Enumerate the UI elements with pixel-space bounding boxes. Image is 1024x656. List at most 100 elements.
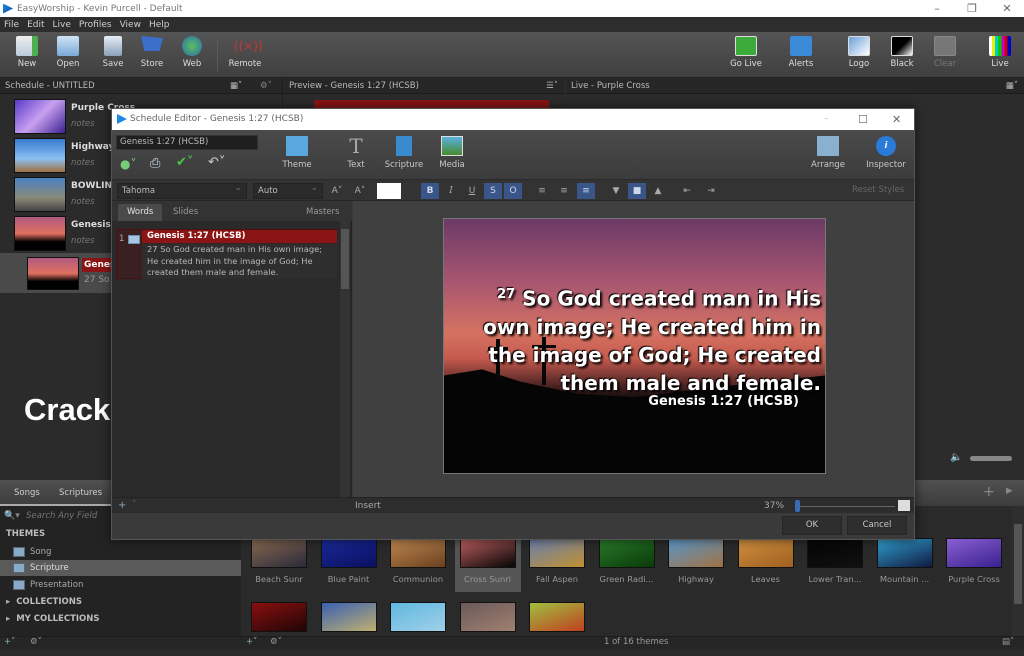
theme-tile[interactable]: Communion [385, 534, 451, 592]
theme-tile[interactable]: Leaves [733, 534, 799, 592]
reset-styles-button[interactable]: Reset Styles [852, 185, 904, 195]
my-collections-node[interactable]: ▸ MY COLLECTIONS [6, 614, 100, 624]
outline-button[interactable]: O [504, 183, 522, 199]
menu-live[interactable]: Live [49, 20, 75, 30]
themes-header[interactable]: THEMES [6, 529, 45, 539]
menu-profiles[interactable]: Profiles [75, 20, 116, 30]
add-icon[interactable]: + [983, 484, 995, 500]
open-button[interactable]: Open [48, 36, 88, 69]
theme-tile[interactable]: Mountain ... [872, 534, 938, 592]
volume-slider[interactable] [970, 456, 1012, 461]
search-icon[interactable]: 🔍▾ [4, 511, 20, 521]
text-button[interactable]: T Text [334, 136, 378, 170]
theme-tile[interactable]: Lower Tran... [802, 534, 868, 592]
item-notes[interactable]: notes [71, 236, 95, 246]
words-scrollbar[interactable] [340, 221, 350, 497]
tree-item-song[interactable]: Song [0, 544, 241, 560]
valign-middle-button[interactable]: ■ [628, 183, 646, 199]
tree-item-presentation[interactable]: Presentation [0, 577, 241, 593]
slide-entry[interactable]: 1 Genesis 1:27 (HCSB) 27 So God created … [116, 229, 337, 279]
tab-slides[interactable]: Slides [164, 204, 207, 221]
add-theme-icon[interactable]: +˅ [246, 637, 257, 647]
menu-view[interactable]: View [116, 20, 145, 30]
slide-body-text[interactable]: 27 So God created man in His own image; … [142, 244, 337, 279]
tab-scriptures[interactable]: Scriptures [59, 488, 102, 498]
add-icon[interactable]: +˅ [4, 637, 15, 647]
ok-button[interactable]: OK [782, 516, 842, 535]
tab-songs[interactable]: Songs [14, 488, 40, 498]
minimize-button[interactable]: – [920, 0, 954, 17]
live-grid-icon[interactable]: ▦˅ [1006, 78, 1018, 94]
font-select[interactable]: Tahoma [117, 181, 247, 199]
store-button[interactable]: Store [132, 36, 172, 69]
align-left-button[interactable]: ≡ [533, 183, 551, 199]
settings-gear-icon[interactable]: ⚙˅ [30, 637, 42, 647]
theme-tile[interactable]: Purple Cross [941, 534, 1007, 592]
menu-edit[interactable]: Edit [23, 20, 48, 30]
decrease-font-button[interactable]: A˅ [328, 183, 346, 199]
shadow-button[interactable]: S [484, 183, 502, 199]
insert-label[interactable]: Insert [355, 501, 381, 511]
logo-button[interactable]: Logo [839, 36, 879, 69]
preview-view-icon[interactable]: ☰˅ [546, 78, 558, 94]
add-slide-button[interactable]: + [118, 500, 126, 511]
item-name-input[interactable]: Genesis 1:27 (HCSB) [116, 135, 258, 150]
fit-view-icon[interactable] [898, 500, 910, 511]
new-button[interactable]: New [7, 36, 47, 69]
align-center-button[interactable]: ≡ [555, 183, 573, 199]
inspector-button[interactable]: i Inspector [864, 136, 908, 170]
arrange-button[interactable]: Arrange [806, 136, 850, 170]
theme-tile[interactable]: Cross Sunri [454, 534, 521, 592]
restore-button[interactable]: ❐ [955, 0, 989, 17]
clear-button[interactable]: Clear [925, 36, 965, 69]
close-button[interactable]: ✕ [990, 0, 1024, 17]
add-dropdown-icon[interactable]: ˅ [132, 500, 137, 510]
add-slide-icon[interactable]: ●˅ [120, 157, 136, 171]
theme-tile[interactable]: Fall Aspen [524, 534, 590, 592]
tab-words[interactable]: Words [118, 204, 163, 221]
play-icon[interactable]: ▶ [1006, 486, 1013, 496]
tree-item-scripture[interactable]: Scripture [0, 560, 241, 576]
cancel-button[interactable]: Cancel [847, 516, 907, 535]
go-live-button[interactable]: Go Live [726, 36, 766, 69]
volume-icon[interactable]: 🔈 [950, 452, 962, 463]
dialog-maximize-button[interactable]: ☐ [858, 109, 868, 130]
black-button[interactable]: Black [882, 36, 922, 69]
align-right-button[interactable]: ≡ [577, 183, 595, 199]
media-button[interactable]: Media [430, 136, 474, 170]
collections-node[interactable]: ▸ COLLECTIONS [6, 597, 82, 607]
alerts-button[interactable]: Alerts [781, 36, 821, 69]
theme-tile[interactable]: Highway [663, 534, 729, 592]
theme-tile[interactable]: Green Radi... [594, 534, 660, 592]
undo-icon[interactable]: ↶˅ [208, 155, 225, 170]
increase-font-button[interactable]: A˄ [351, 183, 369, 199]
valign-bottom-button[interactable]: ▲ [649, 183, 667, 199]
dialog-minimize-button[interactable]: – [824, 109, 829, 130]
valign-top-button[interactable]: ▼ [607, 183, 625, 199]
scripture-button[interactable]: Scripture [382, 136, 426, 170]
dialog-close-button[interactable]: ✕ [892, 109, 901, 130]
bold-button[interactable]: B [421, 183, 439, 199]
size-select[interactable]: Auto [253, 181, 323, 199]
zoom-slider-thumb[interactable] [795, 500, 800, 512]
save-button[interactable]: Save [93, 36, 133, 69]
view-toggle-icon[interactable]: ▤˅ [1002, 637, 1014, 647]
menu-help[interactable]: Help [145, 20, 174, 30]
slide-preview[interactable]: 27 So God created man in His own image; … [443, 218, 826, 474]
italic-button[interactable]: I [442, 183, 460, 199]
theme-settings-icon[interactable]: ⚙˅ [270, 637, 282, 647]
remote-button[interactable]: ((×)) Remote [225, 36, 265, 69]
web-button[interactable]: Web [172, 36, 212, 69]
item-notes[interactable]: notes [71, 197, 95, 207]
underline-button[interactable]: U [463, 183, 481, 199]
theme-tile[interactable]: Blue Paint [316, 534, 382, 592]
spellcheck-icon[interactable]: ✔˅ [176, 155, 193, 170]
color-picker[interactable] [377, 183, 401, 199]
themes-scrollbar[interactable] [1012, 506, 1024, 636]
item-notes[interactable]: notes [71, 158, 95, 168]
outdent-button[interactable]: ⇤ [678, 183, 696, 199]
theme-button[interactable]: Theme [275, 136, 319, 170]
settings-gear-icon[interactable]: ⚙˅ [260, 78, 272, 94]
menu-file[interactable]: File [0, 20, 23, 30]
grid-view-icon[interactable]: ▦˅ [230, 78, 242, 94]
